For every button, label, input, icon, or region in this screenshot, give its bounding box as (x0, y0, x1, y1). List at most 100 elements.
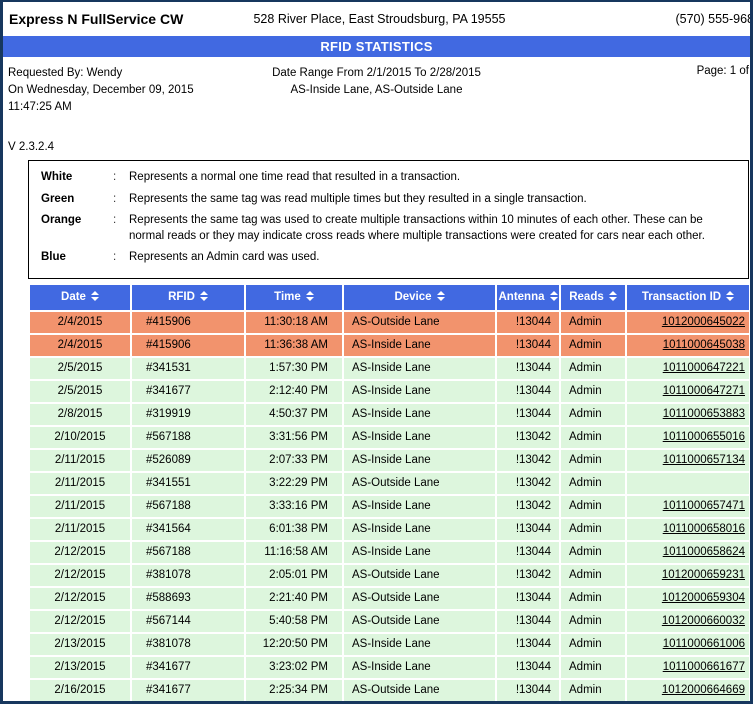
transaction-id-link[interactable]: 1011000655016 (663, 431, 745, 443)
table-row: 2/12/2015#5671445:40:58 PMAS-Outside Lan… (30, 611, 749, 632)
cell-date: 2/10/2015 (30, 427, 130, 448)
column-header-label: Reads (569, 291, 604, 303)
cell-transaction_id: 1011000645038 (627, 335, 749, 356)
rfid-table-body: 2/4/2015#41590611:30:18 AMAS-Outside Lan… (30, 312, 749, 701)
cell-rfid: #341677 (132, 680, 244, 701)
cell-reads: Admin (561, 381, 625, 402)
table-row: 2/12/2015#3810782:05:01 PMAS-Outside Lan… (30, 565, 749, 586)
legend-row-blue: Blue : Represents an Admin card was used… (41, 250, 738, 266)
cell-date: 2/11/2015 (30, 496, 130, 517)
cell-rfid: #341677 (132, 381, 244, 402)
legend-label: Orange (41, 213, 113, 244)
legend-text: Represents the same tag was used to crea… (129, 213, 738, 244)
cell-device: AS-Inside Lane (344, 404, 495, 425)
column-header-date[interactable]: Date (30, 285, 130, 310)
legend-label: White (41, 170, 113, 186)
cell-transaction_id: 1011000657134 (627, 450, 749, 471)
cell-transaction_id: 1011000655016 (627, 427, 749, 448)
transaction-id-link[interactable]: 1011000661677 (663, 661, 745, 673)
column-header-reads[interactable]: Reads (561, 285, 625, 310)
legend-label: Green (41, 192, 113, 208)
transaction-id-link[interactable]: 1012000660032 (662, 615, 745, 627)
cell-reads: Admin (561, 519, 625, 540)
cell-reads: Admin (561, 312, 625, 333)
cell-time: 6:01:38 PM (246, 519, 342, 540)
cell-device: AS-Outside Lane (344, 611, 495, 632)
sort-icon[interactable] (306, 291, 314, 301)
cell-date: 2/13/2015 (30, 634, 130, 655)
transaction-id-link[interactable]: 1011000645038 (663, 339, 745, 351)
lanes-line: AS-Inside Lane, AS-Outside Lane (3, 82, 750, 99)
sort-icon[interactable] (550, 291, 558, 301)
cell-antenna: !13044 (497, 611, 559, 632)
cell-antenna: !13044 (497, 358, 559, 379)
cell-reads: Admin (561, 496, 625, 517)
transaction-id-link[interactable]: 1012000659231 (662, 569, 745, 581)
transaction-id-link[interactable]: 1012000664669 (662, 684, 745, 696)
cell-date: 2/11/2015 (30, 519, 130, 540)
cell-reads: Admin (561, 427, 625, 448)
cell-antenna: !13044 (497, 381, 559, 402)
cell-reads: Admin (561, 542, 625, 563)
cell-time: 12:20:50 PM (246, 634, 342, 655)
cell-device: AS-Outside Lane (344, 588, 495, 609)
column-header-rfid[interactable]: RFID (132, 285, 244, 310)
column-header-time[interactable]: Time (246, 285, 342, 310)
transaction-id-link[interactable]: 1011000653883 (663, 408, 745, 420)
cell-time: 1:57:30 PM (246, 358, 342, 379)
table-row: 2/11/2015#5671883:33:16 PMAS-Inside Lane… (30, 496, 749, 517)
transaction-id-link[interactable]: 1011000647221 (663, 362, 745, 374)
table-row: 2/4/2015#41590611:30:18 AMAS-Outside Lan… (30, 312, 749, 333)
transaction-id-link[interactable]: 1012000645022 (662, 316, 745, 328)
transaction-id-link[interactable]: 1011000647271 (663, 385, 745, 397)
cell-antenna: !13044 (497, 634, 559, 655)
version-number: V 2.3.2.4 (8, 141, 54, 153)
cell-date: 2/11/2015 (30, 450, 130, 471)
cell-time: 3:33:16 PM (246, 496, 342, 517)
cell-date: 2/4/2015 (30, 335, 130, 356)
cell-antenna: !13042 (497, 427, 559, 448)
cell-rfid: #381078 (132, 565, 244, 586)
business-address: 528 River Place, East Stroudsburg, PA 19… (253, 12, 505, 26)
cell-time: 3:22:29 PM (246, 473, 342, 494)
cell-date: 2/4/2015 (30, 312, 130, 333)
table-row: 2/11/2015#3415646:01:38 PMAS-Inside Lane… (30, 519, 749, 540)
legend-colon: : (113, 250, 129, 266)
cell-time: 11:36:38 AM (246, 335, 342, 356)
cell-transaction_id: 1011000647221 (627, 358, 749, 379)
cell-antenna: !13042 (497, 450, 559, 471)
column-header-device[interactable]: Device (344, 285, 495, 310)
table-row: 2/13/2015#38107812:20:50 PMAS-Inside Lan… (30, 634, 749, 655)
cell-reads: Admin (561, 565, 625, 586)
cell-antenna: !13044 (497, 404, 559, 425)
transaction-id-link[interactable]: 1011000657471 (663, 500, 745, 512)
cell-date: 2/13/2015 (30, 657, 130, 678)
cell-reads: Admin (561, 335, 625, 356)
cell-time: 11:30:18 AM (246, 312, 342, 333)
cell-device: AS-Inside Lane (344, 358, 495, 379)
business-phone: (570) 555-968 (675, 12, 753, 26)
transaction-id-link[interactable]: 1012000659304 (662, 592, 745, 604)
column-header-transaction-id[interactable]: Transaction ID (627, 285, 749, 310)
cell-rfid: #381078 (132, 634, 244, 655)
column-header-antenna[interactable]: Antenna (497, 285, 559, 310)
company-name: Express N FullService CW (9, 11, 183, 27)
sort-icon[interactable] (726, 291, 734, 301)
transaction-id-link[interactable]: 1011000661006 (663, 638, 745, 650)
sort-icon[interactable] (437, 291, 445, 301)
transaction-id-link[interactable]: 1011000658624 (663, 546, 745, 558)
cell-rfid: #341677 (132, 657, 244, 678)
sort-icon[interactable] (91, 291, 99, 301)
transaction-id-link[interactable]: 1011000658016 (663, 523, 745, 535)
cell-date: 2/16/2015 (30, 680, 130, 701)
report-header: Express N FullService CW 528 River Place… (3, 2, 750, 36)
legend-colon: : (113, 213, 129, 244)
table-row: 2/5/2015#3415311:57:30 PMAS-Inside Lane!… (30, 358, 749, 379)
cell-device: AS-Inside Lane (344, 427, 495, 448)
cell-transaction_id: 1011000661006 (627, 634, 749, 655)
sort-icon[interactable] (609, 291, 617, 301)
sort-icon[interactable] (200, 291, 208, 301)
table-row: 2/4/2015#41590611:36:38 AMAS-Inside Lane… (30, 335, 749, 356)
cell-antenna: !13042 (497, 496, 559, 517)
transaction-id-link[interactable]: 1011000657134 (663, 454, 745, 466)
